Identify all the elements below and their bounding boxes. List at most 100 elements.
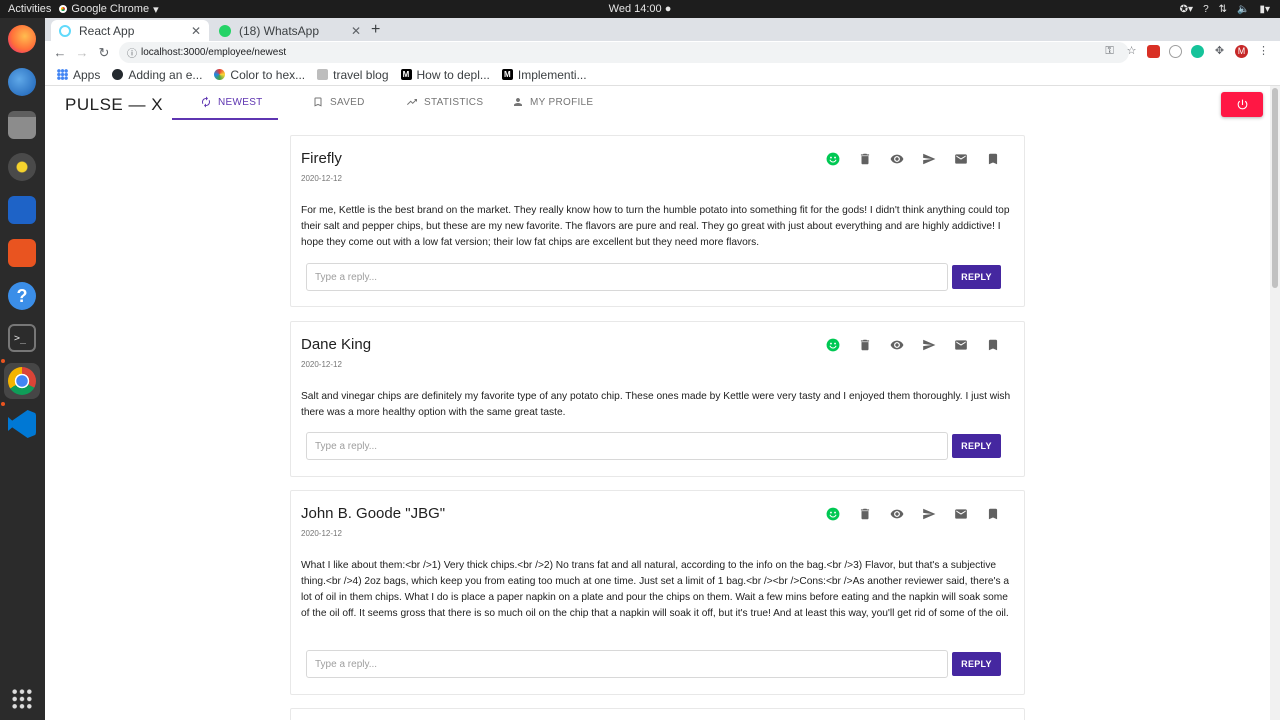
delete-icon[interactable] [858, 507, 872, 521]
eye-icon[interactable] [890, 152, 904, 166]
tab-label: NEWEST [218, 96, 263, 108]
mail-icon[interactable] [954, 338, 968, 352]
page-scrollbar[interactable] [1270, 86, 1280, 720]
app-viewport: PULSE — X NEWEST SAVED STATISTICS MY PRO… [45, 86, 1270, 720]
key-icon[interactable]: ⚿ [1103, 45, 1116, 58]
system-tray[interactable]: ✪▾ ? ⇅ 🔈 ▮▾ [1180, 0, 1270, 18]
system-clock[interactable]: Wed 14:00 [609, 3, 662, 15]
volume-icon[interactable]: 🔈 [1237, 4, 1249, 15]
bookmark-adding[interactable]: Adding an e... [112, 68, 202, 82]
app-bar: PULSE — X NEWEST SAVED STATISTICS MY PRO… [45, 86, 1270, 120]
help-icon[interactable]: ? [1203, 4, 1209, 15]
review-card: John B. Goode "JBG" 2020-12-12 What I li… [290, 490, 1025, 695]
new-tab-button[interactable]: + [371, 21, 380, 39]
software-center-icon [8, 239, 36, 267]
activities-button[interactable]: Activities [0, 3, 59, 15]
close-icon[interactable]: ✕ [351, 24, 361, 38]
forward-icon[interactable]: → [71, 45, 93, 60]
sentiment-positive-icon[interactable] [826, 152, 840, 166]
show-applications-button[interactable] [4, 681, 40, 717]
send-icon[interactable] [922, 507, 936, 521]
back-icon[interactable]: ← [49, 45, 71, 60]
extension-red-icon[interactable] [1147, 45, 1160, 58]
vscode-launcher[interactable] [4, 406, 40, 442]
react-icon [59, 24, 71, 37]
reviewer-name: John B. Goode "JBG" [301, 505, 446, 522]
tab-react-app[interactable]: React App ✕ [51, 20, 209, 41]
send-icon[interactable] [922, 338, 936, 352]
sentiment-positive-icon[interactable] [826, 507, 840, 521]
apps-grid-icon [57, 69, 68, 80]
terminal-launcher[interactable]: >_ [4, 320, 40, 356]
bookmark-label: Apps [73, 67, 101, 82]
info-icon[interactable]: ⓘ [123, 45, 141, 60]
bookmark-color-to-hex[interactable]: Color to hex... [214, 68, 305, 82]
logout-button[interactable] [1221, 92, 1263, 117]
reload-icon[interactable]: ↻ [93, 45, 115, 61]
eye-icon[interactable] [890, 507, 904, 521]
software-launcher[interactable] [4, 235, 40, 271]
bookmark-label: How to depl... [416, 67, 490, 82]
tab-whatsapp[interactable]: (18) WhatsApp ✕ [211, 20, 369, 41]
grammarly-icon[interactable] [1191, 45, 1204, 58]
apps-grid-icon [11, 688, 33, 710]
address-bar-row: ← → ↻ ⓘ localhost:3000/employee/newest ⚿… [45, 41, 1280, 64]
star-icon[interactable]: ☆ [1125, 45, 1138, 58]
files-launcher[interactable] [4, 107, 40, 143]
url-text[interactable]: localhost:3000/employee/newest [141, 47, 286, 58]
tab-my-profile[interactable]: MY PROFILE [512, 96, 593, 108]
bookmark-implementing[interactable]: M Implementi... [501, 68, 587, 82]
eye-icon[interactable] [890, 338, 904, 352]
mail-icon[interactable] [954, 507, 968, 521]
bookmark-how-to-deploy[interactable]: M How to depl... [400, 67, 490, 82]
brand-logo[interactable]: PULSE — X [65, 95, 163, 115]
rhythmbox-launcher[interactable] [4, 149, 40, 185]
bookmark-icon[interactable] [986, 152, 1000, 166]
app-menu[interactable]: Google Chrome ▾ [59, 3, 159, 16]
tab-saved[interactable]: SAVED [312, 96, 365, 108]
reply-button[interactable]: REPLY [952, 265, 1001, 289]
send-icon[interactable] [922, 152, 936, 166]
trending-up-icon [407, 99, 417, 105]
close-icon[interactable]: ✕ [191, 24, 201, 38]
sentiment-positive-icon[interactable] [826, 338, 840, 352]
review-card: Firefly 2020-12-12 For me, Kettle is the… [290, 135, 1025, 307]
chrome-launcher[interactable] [4, 363, 40, 399]
delete-icon[interactable] [858, 152, 872, 166]
bookmark-icon[interactable] [986, 338, 1000, 352]
reply-input[interactable] [306, 432, 948, 460]
accessibility-icon[interactable]: ✪▾ [1180, 4, 1193, 15]
delete-icon[interactable] [858, 338, 872, 352]
puzzle-icon[interactable]: ✥ [1213, 45, 1226, 58]
bookmark-icon[interactable] [986, 507, 1000, 521]
review-date: 2020-12-12 [301, 529, 342, 538]
writer-launcher[interactable] [4, 192, 40, 228]
reply-button[interactable]: REPLY [952, 652, 1001, 676]
profile-avatar[interactable]: M [1235, 45, 1248, 58]
thunderbird-launcher[interactable] [4, 64, 40, 100]
review-date: 2020-12-12 [301, 360, 342, 369]
reply-input[interactable] [306, 263, 948, 291]
scrollbar-thumb[interactable] [1272, 88, 1278, 288]
omnibox[interactable]: ⓘ localhost:3000/employee/newest [119, 42, 1129, 63]
bookmark-apps[interactable]: Apps [57, 68, 100, 82]
bookmark-label: travel blog [333, 67, 389, 82]
reply-button[interactable]: REPLY [952, 434, 1001, 458]
help-launcher[interactable]: ? [4, 278, 40, 314]
app-menu-label: Google Chrome [71, 3, 150, 15]
menu-kebab-icon[interactable]: ⋮ [1257, 45, 1270, 58]
battery-icon[interactable]: ▮▾ [1259, 4, 1270, 15]
mail-icon[interactable] [954, 152, 968, 166]
terminal-icon: >_ [8, 324, 36, 352]
network-icon[interactable]: ⇅ [1219, 4, 1227, 15]
review-actions [826, 152, 1000, 166]
review-card: Dane King 2020-12-12 Salt and vinegar ch… [290, 321, 1025, 477]
tab-newest[interactable]: NEWEST [200, 96, 263, 108]
bookmark-travel-blog[interactable]: travel blog [317, 67, 389, 82]
firefox-launcher[interactable] [4, 21, 40, 57]
reply-input[interactable] [306, 650, 948, 678]
tab-statistics[interactable]: STATISTICS [406, 96, 483, 108]
tab-strip: React App ✕ (18) WhatsApp ✕ + [45, 18, 1280, 41]
extension-gray-icon[interactable] [1169, 45, 1182, 58]
color-wheel-icon [214, 69, 226, 80]
